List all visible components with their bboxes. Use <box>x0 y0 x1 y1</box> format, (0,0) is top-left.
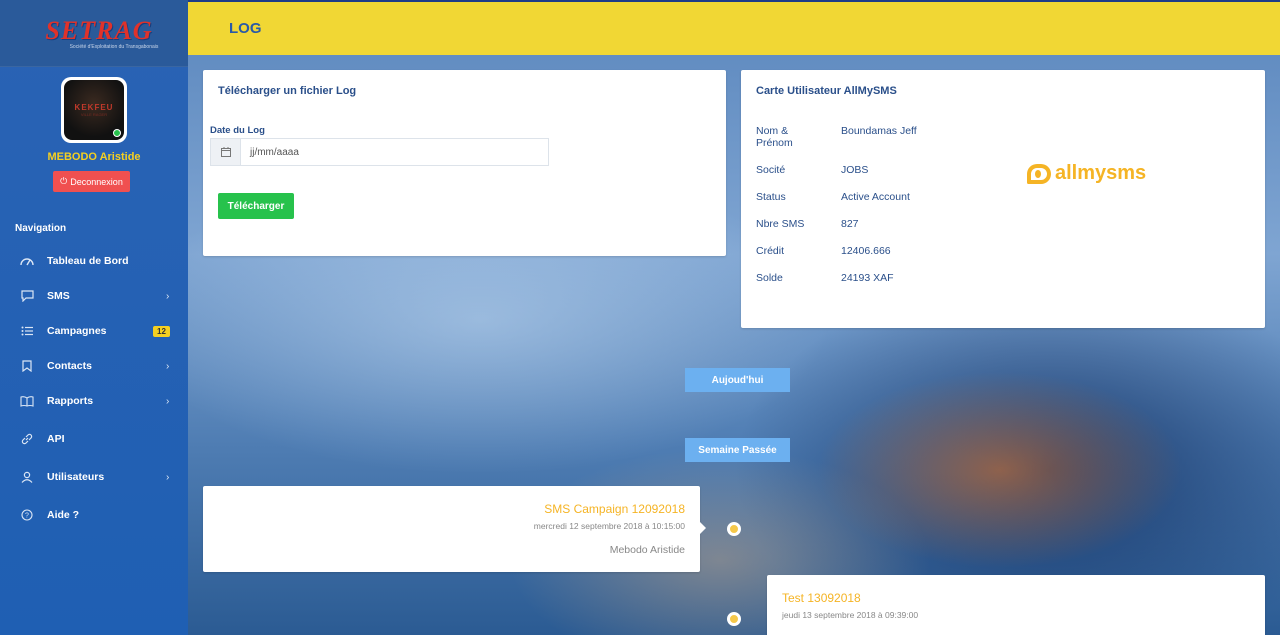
book-icon <box>20 394 34 408</box>
timeline-entry-title: SMS Campaign 12092018 <box>544 502 685 516</box>
sidebar-item-label: Tableau de Bord <box>47 255 129 267</box>
log-date-value: jj/mm/aaaa <box>250 146 299 158</box>
timeline-entry-title: Test 13092018 <box>782 591 861 605</box>
sidebar-item-label: Campagnes <box>47 325 107 337</box>
chevron-right-icon: › <box>166 290 170 302</box>
log-download-card: Télécharger un fichier Log Date du Log j… <box>203 70 726 256</box>
sidebar-item-sms[interactable]: SMS › <box>0 284 188 308</box>
sidebar-item-aide[interactable]: ? Aide ? <box>0 503 188 527</box>
avatar-subtext: VILLE RAGER <box>80 112 108 117</box>
sidebar-item-label: Contacts <box>47 360 92 372</box>
logo[interactable]: SETRAG Société d'Exploitation du Transga… <box>0 0 188 67</box>
download-button[interactable]: Télécharger <box>218 193 294 219</box>
logo-text: SETRAG <box>45 16 153 45</box>
nav-title: Navigation <box>15 223 67 234</box>
chevron-right-icon: › <box>166 395 170 407</box>
timeline-entry[interactable]: SMS Campaign 12092018 mercredi 12 septem… <box>203 486 700 572</box>
sidebar-item-campagnes[interactable]: Campagnes 12 <box>0 319 188 343</box>
logout-label: Deconnexion <box>70 176 123 187</box>
info-value-credit: 12406.666 <box>841 245 891 257</box>
info-label-balance: Solde <box>756 272 783 284</box>
help-icon: ? <box>20 508 34 522</box>
info-label-name: Nom & Prénom <box>756 125 793 149</box>
info-label-sms-count: Nbre SMS <box>756 218 805 230</box>
allmysms-logo-text: allmysms <box>1055 162 1147 184</box>
timeline-entry-author: Mebodo Aristide <box>609 544 685 556</box>
timeline-entry[interactable]: Test 13092018 jeudi 13 septembre 2018 à … <box>767 575 1265 635</box>
user-name: MEBODO Aristide <box>47 151 141 163</box>
info-value-name: Boundamas Jeff <box>841 125 917 137</box>
timeline-tag-last-week: Semaine Passée <box>685 438 790 462</box>
timeline-pointer <box>700 522 706 534</box>
avatar[interactable]: KEKFEU VILLE RAGER <box>61 77 127 143</box>
info-value-sms-count: 827 <box>841 218 859 230</box>
chevron-right-icon: › <box>166 471 170 483</box>
sidebar-item-label: Utilisateurs <box>47 471 105 483</box>
log-date-field[interactable]: jj/mm/aaaa <box>210 138 549 166</box>
timeline-entry-date: jeudi 13 septembre 2018 à 09:39:00 <box>782 610 919 620</box>
log-card-title: Télécharger un fichier Log <box>218 85 357 97</box>
sidebar-item-label: Rapports <box>47 395 94 407</box>
info-value-company: JOBS <box>841 164 869 176</box>
info-label-company: Socité <box>756 164 786 176</box>
allmysms-logo-icon <box>1027 163 1051 184</box>
campagnes-count-badge: 12 <box>153 325 170 337</box>
sidebar-item-label: API <box>47 433 65 445</box>
info-label-status: Status <box>756 191 786 203</box>
page-title: LOG <box>229 20 262 37</box>
top-header: LOG <box>188 0 1280 55</box>
sidebar-item-utilisateurs[interactable]: Utilisateurs › <box>0 465 188 489</box>
sidebar-item-rapports[interactable]: Rapports › <box>0 389 188 413</box>
avatar-text: KEKFEU <box>74 103 114 112</box>
dashboard-icon <box>20 254 34 268</box>
log-date-label: Date du Log <box>210 125 265 136</box>
timeline-tag-today: Aujoud'hui <box>685 368 790 392</box>
link-icon <box>20 432 34 446</box>
info-label-credit: Crédit <box>756 245 785 257</box>
online-status-dot <box>113 129 121 137</box>
sidebar: SETRAG Société d'Exploitation du Transga… <box>0 0 188 635</box>
user-info-card: Carte Utilisateur AllMySMS Nom & Prénom … <box>741 70 1265 328</box>
sidebar-item-api[interactable]: API <box>0 427 188 451</box>
calendar-icon <box>211 139 241 165</box>
sidebar-item-label: Aide ? <box>47 509 80 521</box>
power-icon: ⏻ <box>60 176 68 186</box>
logo-subtitle: Société d'Exploitation du Transgabonais <box>69 44 159 50</box>
svg-text:?: ? <box>25 513 29 520</box>
chevron-right-icon: › <box>166 360 170 372</box>
user-card-title: Carte Utilisateur AllMySMS <box>756 85 897 97</box>
info-value-balance: 24193 XAF <box>841 272 894 284</box>
sidebar-item-dashboard[interactable]: Tableau de Bord <box>0 249 188 273</box>
chat-icon <box>20 289 34 303</box>
timeline-dot <box>727 612 741 626</box>
list-icon <box>20 324 34 338</box>
allmysms-logo: allmysms <box>1027 162 1146 185</box>
sidebar-item-contacts[interactable]: Contacts › <box>0 354 188 378</box>
bookmark-icon <box>20 359 34 373</box>
user-icon <box>20 470 34 484</box>
timeline-entry-date: mercredi 12 septembre 2018 à 10:15:00 <box>533 521 685 531</box>
info-value-status: Active Account <box>841 191 910 203</box>
logout-button[interactable]: ⏻ Deconnexion <box>53 171 130 192</box>
timeline-dot <box>727 522 741 536</box>
sidebar-item-label: SMS <box>47 290 70 302</box>
